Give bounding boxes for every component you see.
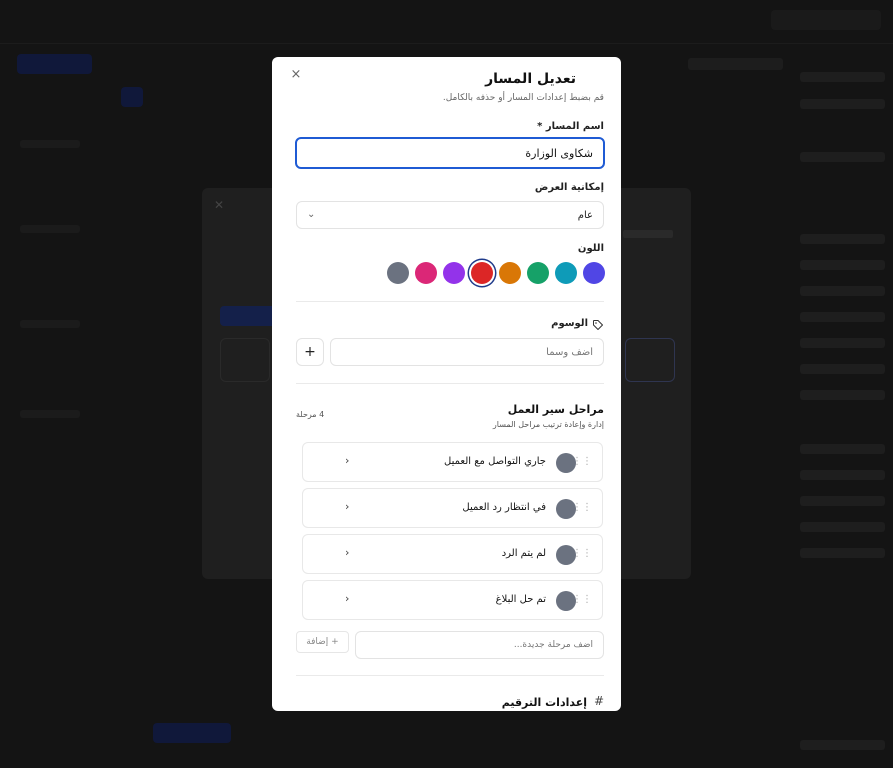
visibility-select[interactable]: عام ⌄	[296, 201, 604, 229]
chevron-left-icon[interactable]: ‹	[345, 500, 349, 513]
stage-name: تم حل البلاغ	[495, 594, 546, 605]
page-title	[688, 58, 783, 70]
app-logo	[771, 10, 881, 30]
sidebar-item	[800, 740, 885, 750]
stage-name: في انتظار رد العميل	[462, 502, 546, 513]
tag-input[interactable]	[330, 338, 604, 366]
chevron-left-icon[interactable]: ‹	[345, 592, 349, 605]
numbering-settings-title: إعدادات الترقيم	[501, 696, 587, 709]
edit-pipeline-dialog: × تعديل المسار قم بضبط إعدادات المسار أو…	[272, 57, 621, 711]
new-stage-input[interactable]	[355, 631, 604, 659]
sidebar-item	[800, 548, 885, 558]
sidebar-item	[800, 364, 885, 374]
sidebar-item	[800, 234, 885, 244]
sidebar-item	[800, 390, 885, 400]
divider	[296, 301, 604, 302]
view-toggle-button	[121, 87, 143, 107]
footer-action-button	[153, 723, 231, 743]
sidebar-item	[800, 522, 885, 532]
color-swatch[interactable]	[499, 262, 521, 284]
bg-dialog-card	[625, 338, 675, 382]
tag-icon	[593, 320, 603, 330]
sidebar-item	[800, 72, 885, 82]
bg-text	[20, 140, 80, 148]
divider	[296, 675, 604, 676]
primary-action-button	[17, 54, 92, 74]
sidebar-item	[800, 338, 885, 348]
chevron-left-icon[interactable]: ‹	[345, 546, 349, 559]
hash-icon: #	[593, 694, 604, 708]
sidebar-item	[800, 260, 885, 270]
required-mark: *	[537, 121, 543, 132]
sidebar-item	[800, 496, 885, 506]
stage-color-dot[interactable]	[556, 591, 576, 611]
color-swatch[interactable]	[527, 262, 549, 284]
dialog-title: تعديل المسار	[485, 71, 576, 87]
stages-count: 4 مرحلة	[296, 410, 325, 419]
stages-title: مراحل سير العمل	[507, 403, 604, 416]
color-swatch[interactable]	[471, 262, 493, 284]
sidebar-item	[800, 470, 885, 480]
sidebar-item	[800, 312, 885, 322]
name-label: اسم المسار *	[537, 121, 604, 132]
drag-handle-icon[interactable]: ⋮⋮	[572, 593, 592, 607]
stage-color-dot[interactable]	[556, 545, 576, 565]
add-stage-button[interactable]: + إضافة	[296, 631, 349, 653]
bg-text	[20, 320, 80, 328]
drag-handle-icon[interactable]: ⋮⋮	[572, 501, 592, 515]
close-icon[interactable]: ×	[289, 68, 303, 82]
bg-dialog-subtitle	[623, 230, 673, 238]
color-swatch[interactable]	[443, 262, 465, 284]
add-tag-button[interactable]: +	[296, 338, 324, 366]
color-label: اللون	[577, 243, 604, 254]
name-label-text: اسم المسار	[545, 121, 604, 132]
sidebar-item	[800, 444, 885, 454]
drag-handle-icon[interactable]: ⋮⋮	[572, 547, 592, 561]
top-bar	[0, 0, 893, 44]
color-picker	[380, 262, 605, 286]
stage-name: لم يتم الرد	[501, 548, 546, 559]
color-swatch[interactable]	[415, 262, 437, 284]
chevron-down-icon: ⌄	[307, 209, 316, 220]
bg-text	[20, 225, 80, 233]
chevron-left-icon[interactable]: ‹	[345, 454, 349, 467]
drag-handle-icon[interactable]: ⋮⋮	[572, 455, 592, 469]
color-swatch[interactable]	[387, 262, 409, 284]
sidebar	[793, 44, 893, 768]
stages-subtitle: إدارة وإعادة ترتيب مراحل المسار	[492, 420, 604, 429]
tags-label: الوسوم	[551, 318, 588, 329]
sidebar-item	[800, 286, 885, 296]
stage-item[interactable]: ⋮⋮ لم يتم الرد ‹	[302, 534, 603, 574]
stage-name: جاري التواصل مع العميل	[444, 456, 546, 467]
stage-color-dot[interactable]	[556, 499, 576, 519]
color-swatch[interactable]	[583, 262, 605, 284]
stage-item[interactable]: ⋮⋮ في انتظار رد العميل ‹	[302, 488, 603, 528]
bg-dialog-card	[220, 338, 270, 382]
stage-item[interactable]: ⋮⋮ جاري التواصل مع العميل ‹	[302, 442, 603, 482]
bg-text	[20, 410, 80, 418]
bg-dialog-button	[220, 306, 280, 326]
sidebar-item	[800, 152, 885, 162]
divider	[296, 383, 604, 384]
stage-color-dot[interactable]	[556, 453, 576, 473]
sidebar-item	[800, 99, 885, 109]
close-icon: ✕	[214, 198, 225, 212]
pipeline-name-input[interactable]	[295, 137, 605, 169]
visibility-value: عام	[577, 210, 593, 221]
visibility-label: إمكانية العرض	[534, 182, 604, 193]
color-swatch[interactable]	[555, 262, 577, 284]
stage-item[interactable]: ⋮⋮ تم حل البلاغ ‹	[302, 580, 603, 620]
dialog-subtitle: قم بضبط إعدادات المسار أو حذفه بالكامل.	[442, 93, 604, 103]
